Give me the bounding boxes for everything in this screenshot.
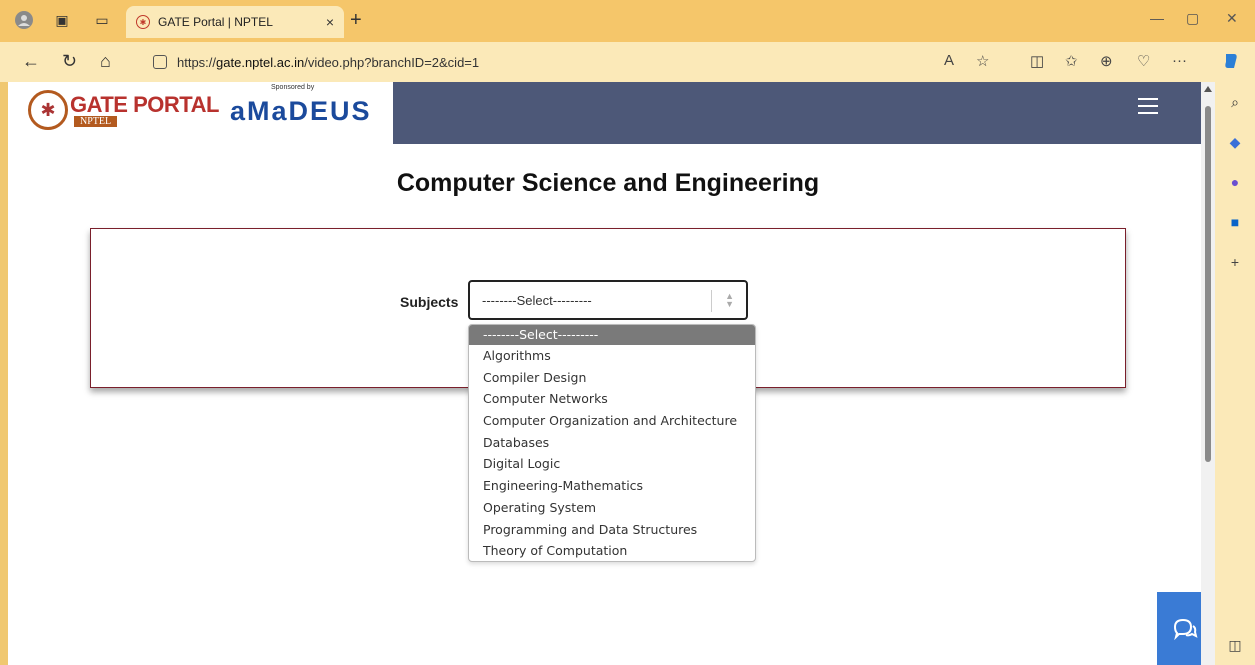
tab-actions-icon[interactable]: ▭ xyxy=(92,10,112,30)
add-sidebar-icon[interactable]: + xyxy=(1227,254,1243,270)
site-header: ✱ GATE PORTAL NPTEL Sponsored by aMaDEUS xyxy=(8,82,1208,144)
url-path: /video.php?branchID=2&cid=1 xyxy=(304,54,480,70)
dropdown-option[interactable]: Digital Logic xyxy=(469,453,755,475)
favorites-icon[interactable]: ✩ xyxy=(1065,52,1078,70)
restore-icon[interactable]: ▢ xyxy=(1186,10,1199,27)
lock-icon xyxy=(153,55,167,69)
dropdown-option[interactable]: Compiler Design xyxy=(469,367,755,389)
select-value: --------Select--------- xyxy=(482,292,592,308)
site-navbar xyxy=(393,82,1208,144)
collections-add-icon[interactable]: ⊕ xyxy=(1100,52,1113,70)
dropdown-option[interactable]: Computer Organization and Architecture xyxy=(469,410,755,432)
collections-icon[interactable]: ▣ xyxy=(52,10,72,30)
shopping-tag-icon[interactable]: ◆ xyxy=(1227,134,1243,150)
page-viewport: ✱ GATE PORTAL NPTEL Sponsored by aMaDEUS… xyxy=(8,82,1215,665)
scrollbar-thumb[interactable] xyxy=(1205,106,1211,462)
dropdown-option[interactable]: Computer Networks xyxy=(469,388,755,410)
dropdown-option[interactable]: Theory of Computation xyxy=(469,540,755,562)
address-bar: ← ↻ ⌂ https://gate.nptel.ac.in/video.php… xyxy=(0,42,1255,82)
back-icon[interactable]: ← xyxy=(22,51,40,72)
subjects-select[interactable]: --------Select--------- ▲ ▼ xyxy=(468,280,748,320)
select-caret-icon: ▲ ▼ xyxy=(725,291,734,309)
read-aloud-icon[interactable]: A xyxy=(944,52,954,69)
logo-area[interactable]: ✱ GATE PORTAL NPTEL Sponsored by aMaDEUS xyxy=(8,82,393,144)
close-window-icon[interactable]: ✕ xyxy=(1226,10,1238,27)
scroll-up-icon[interactable] xyxy=(1204,86,1212,92)
subjects-label: Subjects xyxy=(400,294,459,310)
tools-icon[interactable]: ● xyxy=(1227,174,1243,190)
chat-icon xyxy=(1173,618,1198,640)
logo-title: GATE PORTAL xyxy=(70,92,219,117)
dropdown-option[interactable]: Engineering-Mathematics xyxy=(469,475,755,497)
dropdown-option[interactable]: Programming and Data Structures xyxy=(469,519,755,541)
refresh-icon[interactable]: ↻ xyxy=(62,51,77,72)
minimize-icon[interactable]: — xyxy=(1150,10,1164,26)
tab-close-icon[interactable]: × xyxy=(326,14,334,30)
copilot-icon[interactable] xyxy=(1222,52,1240,74)
home-icon[interactable]: ⌂ xyxy=(100,51,111,72)
search-icon[interactable]: ⌕ xyxy=(1227,94,1243,110)
profile-icon[interactable] xyxy=(14,10,34,30)
more-menu-icon[interactable]: ··· xyxy=(1172,52,1187,69)
dropdown-option[interactable]: Algorithms xyxy=(469,345,755,367)
url-field[interactable]: https://gate.nptel.ac.in/video.php?branc… xyxy=(145,48,995,76)
browser-tab[interactable]: ✱ GATE Portal | NPTEL × xyxy=(126,6,344,38)
url-prefix: https:// xyxy=(177,54,217,70)
split-screen-icon[interactable]: ◫ xyxy=(1030,52,1044,70)
page-scrollbar[interactable] xyxy=(1201,82,1215,665)
favorite-star-icon[interactable]: ☆ xyxy=(976,52,989,70)
outlook-icon[interactable]: ■ xyxy=(1227,214,1243,230)
page-title: Computer Science and Engineering xyxy=(396,169,820,197)
tab-title: GATE Portal | NPTEL xyxy=(158,15,273,29)
new-tab-button[interactable]: + xyxy=(350,9,362,32)
dropdown-option[interactable]: Operating System xyxy=(469,497,755,519)
nptel-emblem-icon: ✱ xyxy=(28,90,68,130)
browser-sidebar: ⌕ ◆ ● ■ + ◫ xyxy=(1215,82,1255,665)
browser-titlebar: ▣ ▭ ✱ GATE Portal | NPTEL × + — ▢ ✕ xyxy=(0,0,1255,42)
dropdown-option[interactable]: Databases xyxy=(469,432,755,454)
sponsor-label: Sponsored by xyxy=(271,84,315,91)
logo-subtitle: NPTEL xyxy=(74,116,118,127)
dropdown-option[interactable]: --------Select--------- xyxy=(469,325,755,345)
sponsor-logo: aMaDEUS xyxy=(230,96,372,126)
subjects-dropdown-list: --------Select--------- Algorithms Compi… xyxy=(468,324,756,562)
browser-essentials-icon[interactable]: ♡ xyxy=(1137,52,1150,70)
select-divider xyxy=(711,290,712,312)
sidebar-toggle-icon[interactable]: ◫ xyxy=(1227,637,1243,653)
hamburger-menu-icon[interactable] xyxy=(1138,98,1158,119)
url-host: gate.nptel.ac.in xyxy=(216,54,305,70)
nptel-favicon-icon: ✱ xyxy=(136,15,150,29)
